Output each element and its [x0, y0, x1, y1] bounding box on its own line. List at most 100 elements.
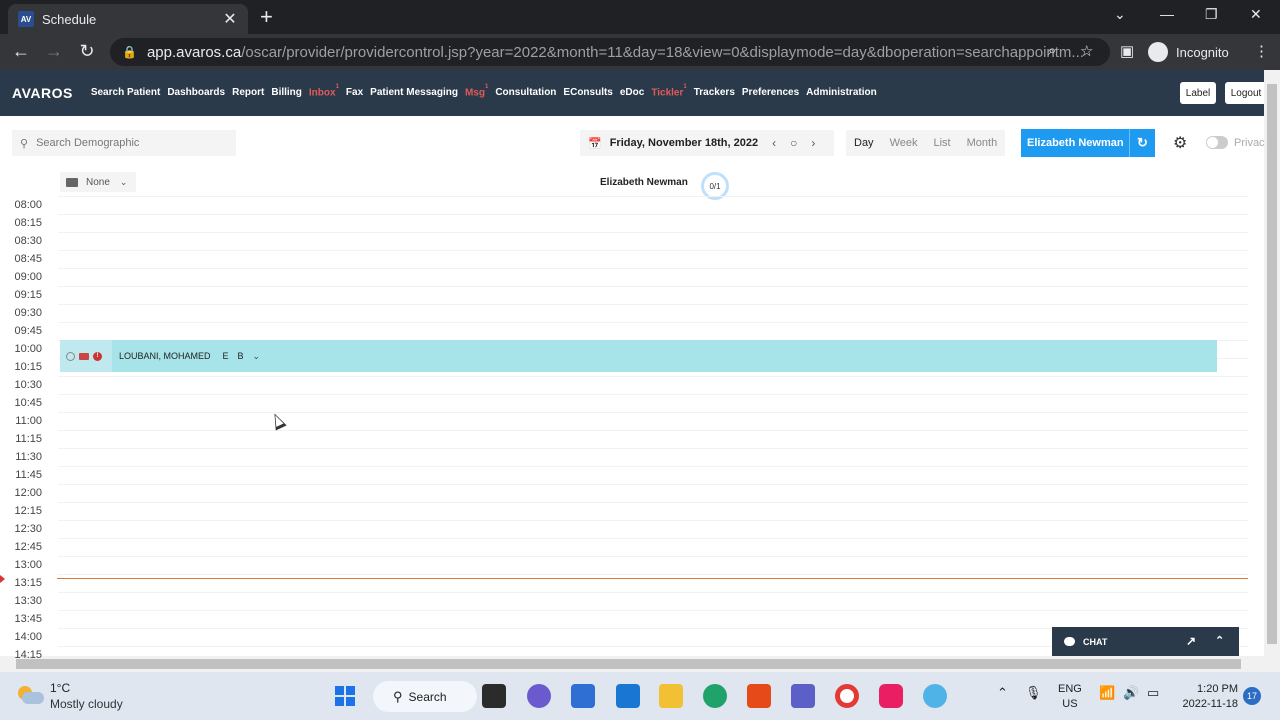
nav-item-dashboards[interactable]: Dashboards	[167, 87, 225, 98]
horizontal-scrollbar[interactable]	[0, 656, 1264, 672]
time-slot-row[interactable]	[58, 268, 1248, 269]
scrollbar-thumb[interactable]	[1267, 84, 1277, 644]
time-slot-row[interactable]	[58, 538, 1248, 539]
chevron-up-icon[interactable]: ⌃	[1215, 634, 1224, 647]
time-slot-row[interactable]	[58, 430, 1248, 431]
close-window-icon[interactable]: ✕	[1250, 6, 1262, 23]
nav-item-billing[interactable]: Billing	[271, 87, 302, 98]
refresh-icon[interactable]: ↻	[1129, 129, 1155, 157]
nav-item-trackers[interactable]: Trackers	[694, 87, 735, 98]
weather-cloud-icon[interactable]	[18, 686, 44, 704]
close-tab-icon[interactable]: ✕	[222, 9, 238, 29]
provider-button[interactable]: Elizabeth Newman ↻	[1021, 129, 1155, 157]
current-date[interactable]: Friday, November 18th, 2022	[610, 137, 758, 149]
office-icon[interactable]	[747, 684, 771, 708]
taskbar-search[interactable]: ⚲ Search	[373, 681, 477, 712]
time-slot-row[interactable]	[58, 214, 1248, 215]
tab-week[interactable]: Week	[882, 137, 926, 149]
incognito-indicator[interactable]: Incognito	[1148, 40, 1229, 64]
url-field[interactable]: 🔒 app.avaros.ca /oscar/provider/provider…	[110, 38, 1110, 66]
time-slot-row[interactable]	[58, 412, 1248, 413]
time-slot-row[interactable]	[58, 592, 1248, 593]
wifi-icon[interactable]: 📶	[1099, 685, 1115, 701]
time-slot-row[interactable]	[58, 196, 1248, 197]
time-slot-row[interactable]	[58, 286, 1248, 287]
nav-item-patient-messaging[interactable]: Patient Messaging	[370, 87, 458, 98]
scrollbar-thumb[interactable]	[16, 659, 1241, 669]
tab-day[interactable]: Day	[846, 137, 882, 149]
zoom-search-icon[interactable]: ⌕	[1048, 42, 1056, 59]
logout-button[interactable]: Logout	[1225, 82, 1267, 104]
privacy-toggle[interactable]	[1206, 136, 1228, 149]
nav-item-search-patient[interactable]: Search Patient	[91, 87, 160, 98]
vertical-scrollbar[interactable]	[1264, 70, 1280, 672]
back-icon[interactable]: ←	[10, 41, 32, 62]
appointment-flag-b[interactable]: B	[238, 351, 244, 361]
time-slot-row[interactable]	[58, 556, 1248, 557]
time-slot-row[interactable]	[58, 250, 1248, 251]
teams-icon[interactable]	[791, 684, 815, 708]
time-slot-row[interactable]	[58, 484, 1248, 485]
time-slot-row[interactable]	[58, 304, 1248, 305]
browser-tab[interactable]: AV Schedule ✕	[8, 4, 248, 34]
minimize-icon[interactable]: —	[1160, 6, 1174, 22]
browser-menu-icon[interactable]: ⋮	[1254, 42, 1269, 60]
slack-icon[interactable]	[879, 684, 903, 708]
billing-card-icon[interactable]	[79, 352, 89, 360]
weather-condition[interactable]: Mostly cloudy	[50, 697, 123, 711]
notification-badge[interactable]: 17	[1243, 687, 1261, 705]
appointment-block[interactable]: ! LOUBANI, MOHAMED E B ⌄	[60, 340, 1217, 372]
today-icon[interactable]: ○	[790, 136, 797, 150]
time-slot-row[interactable]	[58, 394, 1248, 395]
chevron-down-icon[interactable]: ⌄	[1114, 6, 1126, 23]
task-view-icon[interactable]	[482, 684, 506, 708]
appointment-patient-name[interactable]: LOUBANI, MOHAMED	[119, 351, 211, 361]
time-slot-row[interactable]	[58, 448, 1248, 449]
weather-temperature[interactable]: 1°C	[50, 681, 70, 695]
bookmark-star-icon[interactable]: ☆	[1080, 42, 1093, 60]
chat-widget[interactable]: CHAT ↗ ⌃	[1052, 627, 1239, 656]
nav-item-msg[interactable]: Msg1	[465, 84, 488, 98]
nav-item-inbox[interactable]: Inbox1	[309, 84, 339, 98]
gear-icon[interactable]: ⚙	[1173, 133, 1187, 153]
mail-icon[interactable]	[616, 684, 640, 708]
time-slot-row[interactable]	[58, 376, 1248, 377]
store-icon[interactable]	[571, 684, 595, 708]
tray-chevron-up-icon[interactable]: ⌃	[997, 685, 1008, 701]
nav-item-preferences[interactable]: Preferences	[742, 87, 799, 98]
nav-item-edoc[interactable]: eDoc	[620, 87, 644, 98]
alert-icon[interactable]: !	[93, 351, 102, 361]
battery-icon[interactable]: ▭	[1147, 685, 1159, 701]
label-button[interactable]: Label	[1180, 82, 1216, 104]
tab-month[interactable]: Month	[959, 137, 1006, 149]
folder-filter-dropdown[interactable]: None ⌄	[60, 172, 136, 192]
windows-start-icon[interactable]	[333, 684, 357, 708]
side-panel-icon[interactable]: ▣	[1120, 42, 1134, 60]
app-logo[interactable]: AVAROS	[12, 85, 73, 101]
next-day-icon[interactable]: ›	[811, 136, 815, 150]
nav-item-fax[interactable]: Fax	[346, 87, 363, 98]
nav-item-report[interactable]: Report	[232, 87, 264, 98]
new-tab-icon[interactable]: +	[260, 6, 273, 28]
time-slot-row[interactable]	[58, 466, 1248, 467]
nav-item-consultation[interactable]: Consultation	[495, 87, 556, 98]
time-slot-row[interactable]	[58, 610, 1248, 611]
nav-item-econsults[interactable]: EConsults	[563, 87, 612, 98]
time-slot-row[interactable]	[58, 502, 1248, 503]
app-icon[interactable]	[923, 684, 947, 708]
chevron-down-icon[interactable]: ⌄	[253, 351, 261, 362]
microphone-icon[interactable]: 🎙	[1025, 685, 1042, 701]
volume-icon[interactable]: 🔊	[1123, 685, 1139, 701]
chrome-icon[interactable]	[835, 684, 859, 708]
file-explorer-icon[interactable]	[659, 684, 683, 708]
appointment-flag-e[interactable]: E	[223, 351, 229, 361]
reload-icon[interactable]: ↻	[76, 41, 98, 62]
time-slot-row[interactable]	[58, 574, 1248, 575]
system-clock[interactable]: 1:20 PM 2022-11-18	[1180, 682, 1238, 712]
time-slot-row[interactable]	[58, 232, 1248, 233]
teams-chat-icon[interactable]	[527, 684, 551, 708]
time-slot-row[interactable]	[58, 520, 1248, 521]
restore-icon[interactable]: ❐	[1205, 6, 1218, 23]
search-demographic-input[interactable]: ⚲ Search Demographic	[12, 130, 236, 156]
tab-list[interactable]: List	[925, 137, 958, 149]
